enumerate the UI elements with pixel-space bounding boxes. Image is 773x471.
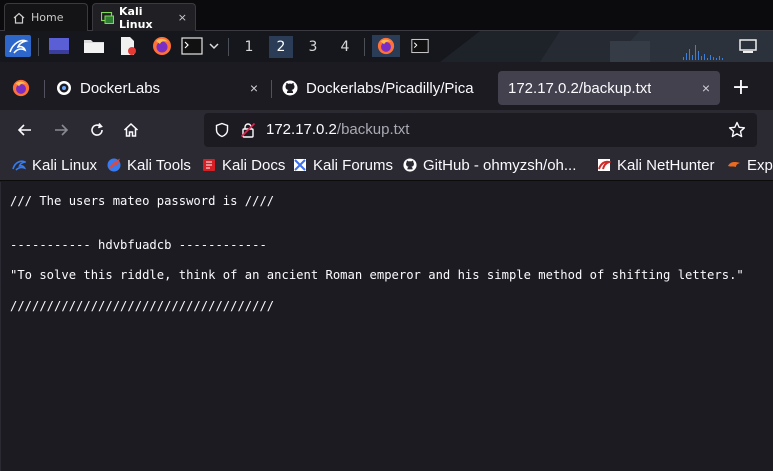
terminal-icon <box>181 37 203 55</box>
github-icon <box>282 80 298 96</box>
desktop-icon <box>49 38 69 54</box>
kali-dragon-icon <box>5 35 31 57</box>
tab-close-button[interactable]: × <box>702 80 710 96</box>
navigation-toolbar: 172.17.0.2/backup.txt <box>0 110 773 150</box>
tab-label: DockerLabs <box>80 79 161 97</box>
workspace-2[interactable]: 2 <box>269 36 293 58</box>
bookmark-label: Kali NetHunter <box>617 156 715 174</box>
file-manager-button[interactable] <box>82 35 106 57</box>
url-bar[interactable]: 172.17.0.2/backup.txt <box>204 113 757 147</box>
monitor-icon <box>739 39 757 53</box>
url-host: 172.17.0.2 <box>266 121 337 138</box>
kali-menu-button[interactable] <box>4 35 32 57</box>
arrow-left-icon <box>17 124 31 136</box>
firefox-icon <box>12 79 30 97</box>
kali-forums-icon <box>294 159 306 171</box>
bookmark-github-ohmyzsh[interactable]: GitHub - ohmyzsh/oh... <box>403 155 576 175</box>
vm-tab-home[interactable]: Home <box>4 3 88 31</box>
vm-tab-label: Home <box>31 11 64 24</box>
home-button[interactable] <box>117 116 145 144</box>
arrow-right-icon <box>55 124 69 136</box>
workspace-launcher-button[interactable] <box>46 35 72 57</box>
bookmark-kali-docs[interactable]: Kali Docs <box>202 155 285 175</box>
tab-close-button[interactable]: × <box>250 80 258 96</box>
home-icon <box>13 12 25 24</box>
bookmark-exploit-db[interactable]: Exploit-DB <box>727 155 773 175</box>
tab-label: Dockerlabs/Picadilly/Picadilly <box>306 79 474 97</box>
taskbar-firefox-window[interactable] <box>372 35 400 57</box>
taskbar-terminal-window[interactable] <box>406 35 434 57</box>
insecure-lock-icon[interactable] <box>240 122 256 142</box>
chevron-down-icon <box>209 43 219 50</box>
display-settings-button[interactable] <box>736 35 760 57</box>
text-editor-icon <box>121 37 136 55</box>
file-line: /// The users mateo password is //// <box>10 194 275 208</box>
file-line: ----------- hdvbfuadcb ------------ <box>10 238 267 252</box>
bookmark-label: Kali Tools <box>127 156 191 174</box>
panel-separator <box>228 38 229 56</box>
back-button[interactable] <box>11 116 39 144</box>
vm-tab-label: Kali Linux <box>119 4 153 31</box>
firefox-icon <box>377 37 395 55</box>
terminal-launcher-button[interactable] <box>180 35 204 57</box>
tab-separator <box>44 80 45 98</box>
launcher-dropdown-button[interactable] <box>206 35 222 57</box>
bookmarks-toolbar: Kali Linux Kali Tools Kali Docs Kali For… <box>0 150 773 181</box>
folder-icon <box>84 40 104 53</box>
bookmark-kali-tools[interactable]: Kali Tools <box>107 155 191 175</box>
tab-github-picadilly[interactable]: Dockerlabs/Picadilly/Picadilly <box>272 71 494 105</box>
bookmark-label: Kali Docs <box>222 156 286 174</box>
tab-backup-txt[interactable]: 172.17.0.2/backup.txt × <box>498 71 720 105</box>
bookmark-star-icon[interactable] <box>728 121 746 143</box>
reload-icon <box>91 122 103 136</box>
nethunter-icon <box>598 159 611 171</box>
workspace-4[interactable]: 4 <box>333 36 357 58</box>
home-icon <box>123 122 139 137</box>
file-line: //////////////////////////////////// <box>10 299 275 313</box>
github-icon <box>403 158 417 172</box>
kali-docs-icon <box>203 159 215 171</box>
bookmark-label: Kali Forums <box>313 156 394 174</box>
forward-button[interactable] <box>47 116 75 144</box>
kali-panel: 1 2 3 4 <box>0 31 773 62</box>
shield-icon[interactable] <box>214 122 230 142</box>
tab-dockerlabs[interactable]: DockerLabs × <box>46 71 268 105</box>
bookmark-kali-linux[interactable]: Kali Linux <box>12 155 97 175</box>
vm-tab-kali[interactable]: Kali Linux × <box>92 3 196 31</box>
exploit-db-icon <box>728 162 740 167</box>
browser-tab-strip: DockerLabs × Dockerlabs/Picadilly/Picadi… <box>0 62 773 110</box>
terminal-icon <box>411 38 429 54</box>
url-path: /backup.txt <box>336 121 410 138</box>
vm-icon <box>100 11 114 24</box>
vm-tab-close-button[interactable]: × <box>178 11 187 24</box>
new-tab-button[interactable]: + <box>728 76 754 102</box>
bookmark-label: GitHub - ohmyzsh/oh... <box>423 156 577 174</box>
text-editor-button[interactable] <box>116 35 140 57</box>
firefox-view-button[interactable] <box>2 71 40 105</box>
bookmark-kali-nethunter[interactable]: Kali NetHunter <box>597 155 715 175</box>
firefox-launcher-button[interactable] <box>150 35 174 57</box>
panel-separator <box>364 38 365 56</box>
bookmark-kali-forums[interactable]: Kali Forums <box>293 155 393 175</box>
file-line: "To solve this riddle, think of an ancie… <box>10 268 744 282</box>
panel-separator <box>38 38 39 56</box>
kali-dragon-icon <box>12 160 26 171</box>
workspace-3[interactable]: 3 <box>301 36 325 58</box>
url-text[interactable]: 172.17.0.2/backup.txt <box>266 113 409 147</box>
dockerlabs-favicon-icon <box>57 81 71 95</box>
bookmark-label: Kali Linux <box>32 156 98 174</box>
reload-button[interactable] <box>83 116 111 144</box>
firefox-icon <box>153 37 171 55</box>
workspace-1[interactable]: 1 <box>237 36 261 58</box>
kali-tools-icon <box>107 158 121 172</box>
page-content: /// The users mateo password is //// ---… <box>0 182 773 471</box>
tab-label: 172.17.0.2/backup.txt <box>508 79 652 97</box>
bookmark-label: Exploit-DB <box>747 156 773 174</box>
vm-tab-bar: Home Kali Linux × <box>0 0 773 31</box>
